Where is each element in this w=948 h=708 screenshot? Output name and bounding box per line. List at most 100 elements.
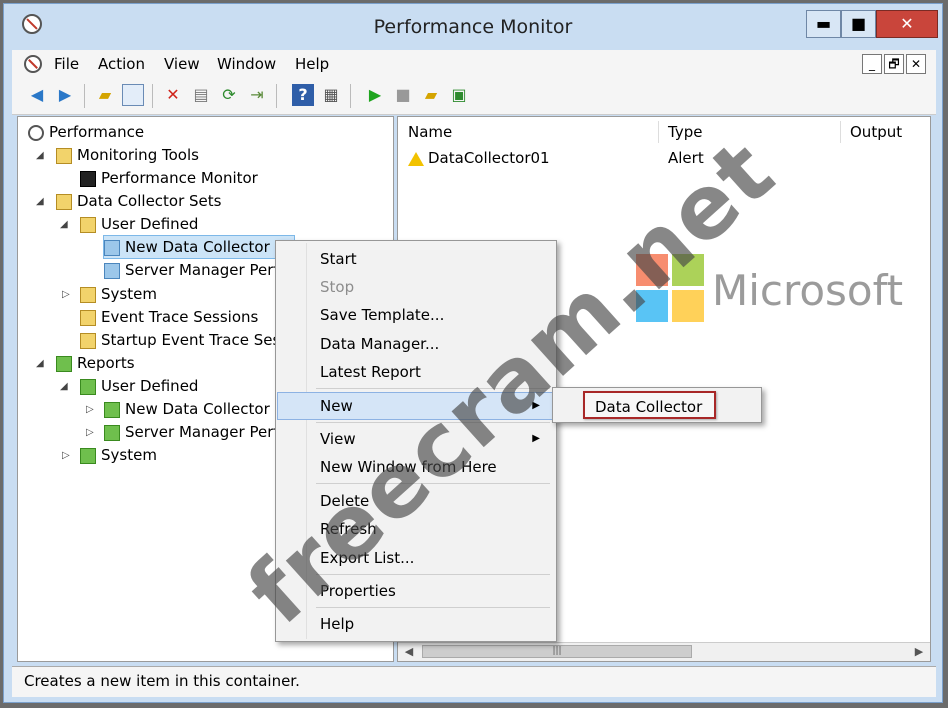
action-pane-icon[interactable]: ▦ [320, 84, 342, 106]
menu-item-start[interactable]: Start [278, 246, 554, 272]
microsoft-wordmark: Microsoft [712, 266, 904, 315]
collapse-icon[interactable]: ◢ [36, 150, 44, 161]
refresh-icon[interactable]: ⟳ [218, 84, 240, 106]
tree-item-startup-event-trace[interactable]: Startup Event Trace Sessic [80, 329, 301, 351]
expand-icon[interactable]: ▷ [86, 427, 94, 438]
ms-logo-yellow-square [672, 290, 704, 322]
tree-item-data-collector-sets[interactable]: Data Collector Sets [56, 190, 222, 212]
menu-label: Data Manager... [320, 335, 440, 353]
tree-item-reports-new-dcs[interactable]: New Data Collector Se [104, 398, 293, 420]
toolbar: ◀ ▶ ▰ ✕ ▤ ⟳ ⇥ ? ▦ ▶ ■ ▰ ▣ [12, 78, 936, 115]
collapse-icon[interactable]: ◢ [60, 219, 68, 230]
report-user-icon [80, 378, 96, 395]
mdi-minimize-button[interactable]: _ [862, 54, 882, 74]
tree-label: Performance [49, 123, 145, 141]
collapse-icon[interactable]: ◢ [60, 381, 68, 392]
menu-item-delete[interactable]: Delete [278, 488, 554, 514]
tree-item-monitoring-tools[interactable]: Monitoring Tools [56, 144, 199, 166]
tree-label: User Defined [101, 377, 199, 395]
menu-item-help[interactable]: Help [278, 611, 554, 637]
back-arrow-icon[interactable]: ◀ [26, 84, 48, 106]
user-folder-icon [80, 216, 96, 233]
mdi-close-button[interactable]: ✕ [906, 54, 926, 74]
list-item[interactable]: DataCollector01 [408, 147, 550, 169]
start-icon[interactable]: ▶ [364, 84, 386, 106]
collapse-icon[interactable]: ◢ [36, 358, 44, 369]
reports-folder-icon [56, 355, 72, 372]
scroll-left-icon[interactable]: ◀ [400, 643, 418, 661]
menu-item-refresh[interactable]: Refresh [278, 516, 554, 542]
menu-item-new[interactable]: New ▶ [277, 392, 555, 420]
delete-icon[interactable]: ✕ [162, 84, 184, 106]
toolbar-separator [276, 84, 277, 108]
help-icon[interactable]: ? [292, 84, 314, 106]
export-icon[interactable]: ⇥ [246, 84, 268, 106]
menu-label: Help [320, 615, 355, 633]
column-divider[interactable] [658, 121, 659, 143]
alert-icon [408, 151, 424, 166]
tree-item-system[interactable]: System [80, 283, 157, 305]
menu-item-view[interactable]: View ▶ [278, 426, 554, 452]
tree-item-event-trace-sessions[interactable]: Event Trace Sessions [80, 306, 258, 328]
tree-item-reports-user-defined[interactable]: User Defined [80, 375, 198, 397]
tree-item-server-manager[interactable]: Server Manager Perfo [104, 259, 288, 281]
tree-item-user-defined[interactable]: User Defined [80, 213, 198, 235]
mdi-restore-button[interactable]: 🗗 [884, 54, 904, 74]
menu-label: Export List... [320, 549, 415, 567]
menu-file[interactable]: File [54, 55, 79, 73]
menu-item-data-collector[interactable]: Data Collector [583, 391, 716, 419]
tree-item-reports[interactable]: Reports [56, 352, 135, 374]
maximize-button[interactable]: ■ [841, 10, 876, 38]
window-title: Performance Monitor [373, 16, 573, 38]
tree-label: New Data Collector Se [125, 400, 294, 418]
tree-item-reports-system[interactable]: System [80, 444, 157, 466]
ms-logo-red-square [636, 254, 668, 286]
close-button[interactable]: ✕ [876, 10, 938, 38]
tree-item-performance[interactable]: Performance [28, 121, 144, 143]
forward-arrow-icon[interactable]: ▶ [54, 84, 76, 106]
tree-label: Event Trace Sessions [101, 308, 259, 326]
show-hide-tree-icon[interactable] [122, 84, 144, 106]
menu-window[interactable]: Window [217, 55, 276, 73]
menu-separator [316, 483, 550, 484]
stop-icon[interactable]: ■ [392, 84, 414, 106]
save-icon[interactable]: ▣ [448, 84, 470, 106]
scroll-right-icon[interactable]: ▶ [910, 643, 928, 661]
menu-view[interactable]: View [164, 55, 200, 73]
expand-icon[interactable]: ▷ [62, 450, 70, 461]
menu-label: Latest Report [320, 363, 421, 381]
tree-label: Performance Monitor [101, 169, 258, 187]
tree-label: Reports [77, 354, 135, 372]
tree-item-performance-monitor[interactable]: Performance Monitor [80, 167, 258, 189]
expand-icon[interactable]: ▷ [86, 404, 94, 415]
collapse-icon[interactable]: ◢ [36, 196, 44, 207]
expand-icon[interactable]: ▷ [62, 289, 70, 300]
horizontal-scrollbar[interactable]: ◀ ||| ▶ [398, 642, 930, 661]
tree-item-new-data-collector-set[interactable]: New Data Collector Se [103, 235, 295, 259]
menu-item-properties[interactable]: Properties [278, 578, 554, 604]
menu-item-data-manager[interactable]: Data Manager... [278, 331, 554, 357]
menu-separator [316, 388, 550, 389]
system-folder-icon [80, 286, 96, 303]
scrollbar-thumb[interactable]: ||| [422, 645, 692, 658]
menu-item-export-list[interactable]: Export List... [278, 545, 554, 571]
properties-icon[interactable]: ▤ [190, 84, 212, 106]
menu-help[interactable]: Help [295, 55, 329, 73]
column-header-name[interactable]: Name [408, 121, 452, 143]
menu-label: Properties [320, 582, 396, 600]
system-menu-icon[interactable] [24, 55, 42, 73]
menu-label: New [320, 397, 353, 415]
menu-action[interactable]: Action [98, 55, 145, 73]
menu-item-latest-report[interactable]: Latest Report [278, 359, 554, 385]
column-divider[interactable] [840, 121, 841, 143]
column-header-output[interactable]: Output [850, 121, 902, 143]
tree-item-reports-server-manager[interactable]: Server Manager Perfor [104, 421, 294, 443]
menu-item-new-window[interactable]: New Window from Here [278, 454, 554, 480]
menu-item-save-template[interactable]: Save Template... [278, 302, 554, 328]
new-folder-icon[interactable]: ▰ [420, 84, 442, 106]
up-folder-icon[interactable]: ▰ [94, 84, 116, 106]
minimize-button[interactable]: ▬ [806, 10, 841, 38]
title-bar: Performance Monitor ▬ ■ ✕ [4, 4, 942, 48]
column-header-type[interactable]: Type [668, 121, 702, 143]
status-text: Creates a new item in this container. [24, 672, 300, 690]
